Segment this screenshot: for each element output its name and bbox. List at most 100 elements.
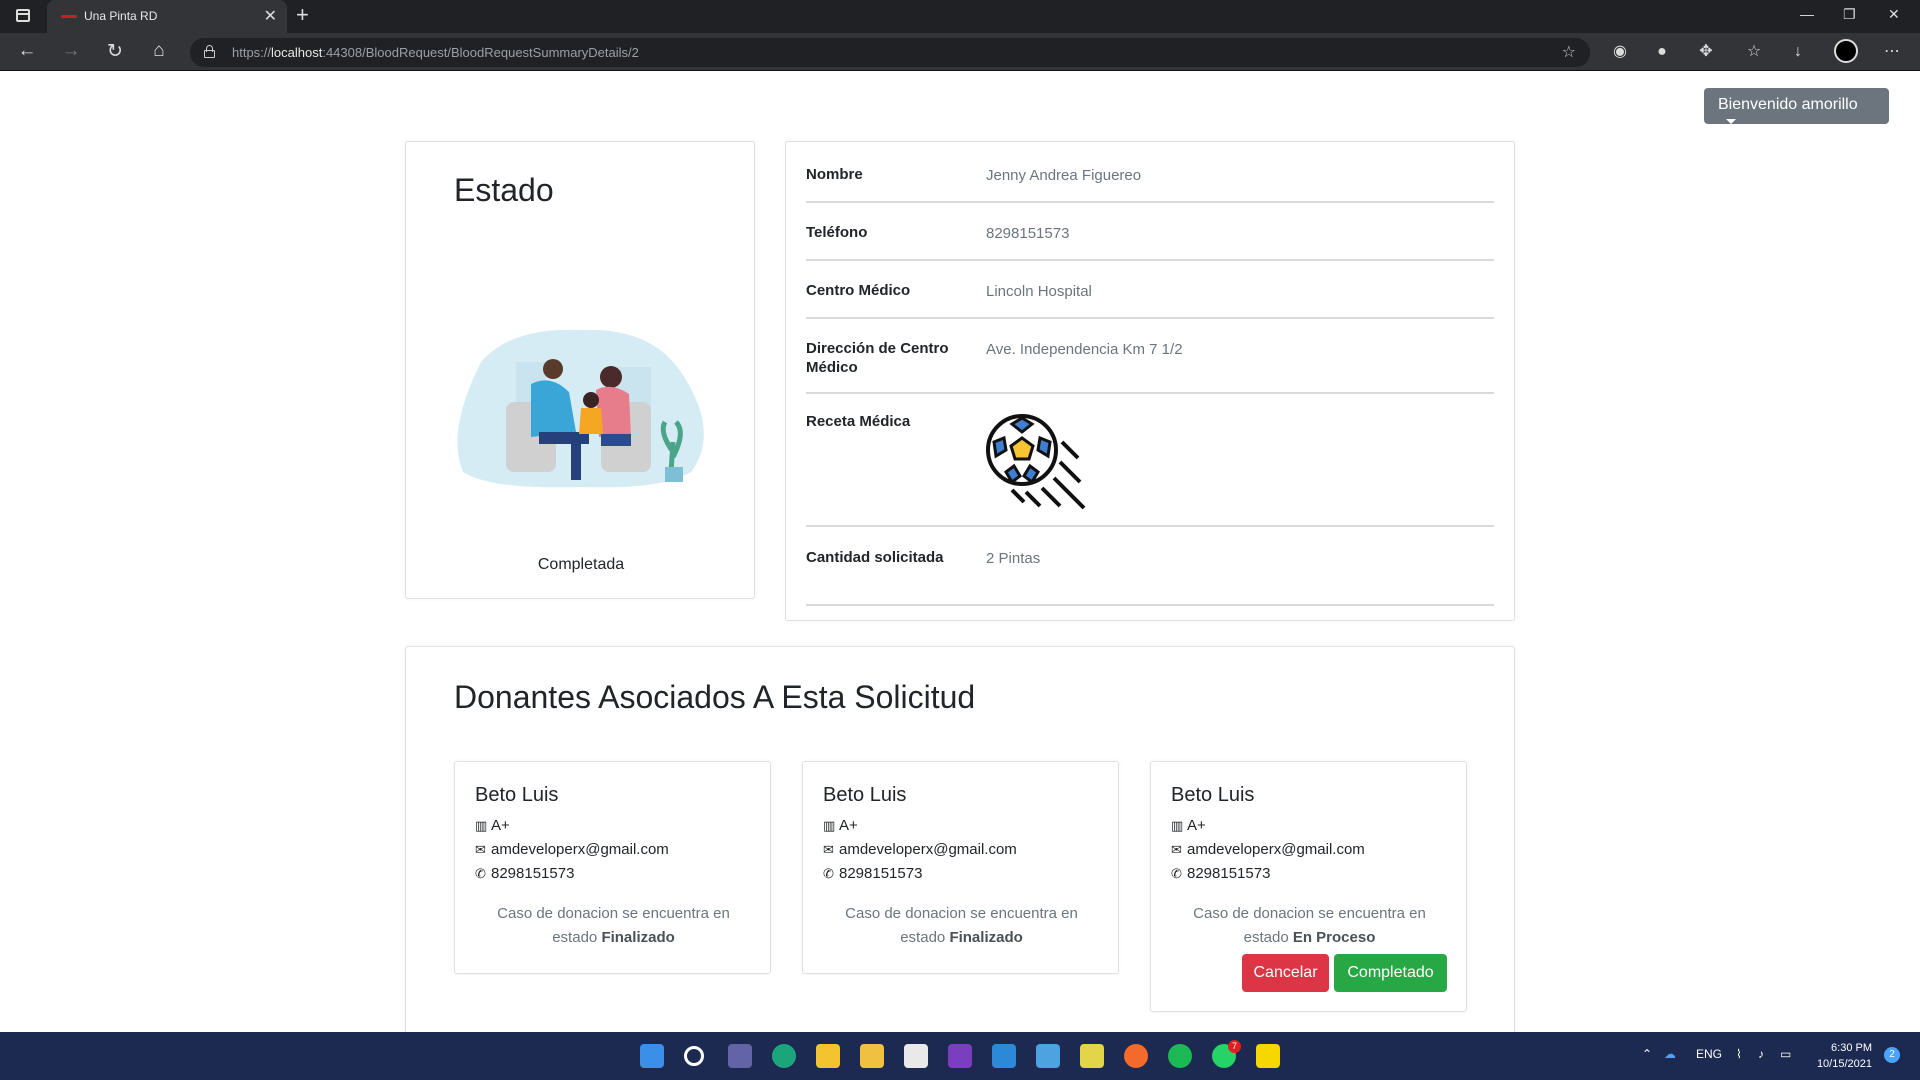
detail-value: 2 Pintas xyxy=(986,550,1041,567)
browser-tabbar: Una Pinta RD ✕ + — ❐ ✕ xyxy=(0,0,1920,33)
detail-label: Centro Médico xyxy=(806,282,911,299)
sticky-notes-icon[interactable] xyxy=(1256,1044,1280,1068)
clock-time: 6:30 PM xyxy=(1831,1042,1872,1054)
home-icon[interactable]: ⌂ xyxy=(146,40,172,62)
map-icon: ▥ xyxy=(475,818,488,833)
wifi-icon[interactable]: ⌇ xyxy=(1736,1047,1742,1061)
donor-email: ✉ amdeveloperx@gmail.com xyxy=(1171,841,1365,858)
donor-card: Beto Luis ▥ A+ ✉ amdeveloperx@gmail.com ✆ 8… xyxy=(1150,761,1467,1012)
map-icon: ▥ xyxy=(1171,818,1184,833)
tab-actions-icon[interactable] xyxy=(16,9,30,22)
onedrive-icon[interactable]: ☁ xyxy=(1664,1047,1676,1061)
app-icon[interactable] xyxy=(1080,1044,1104,1068)
detail-value: Lincoln Hospital xyxy=(986,283,1092,300)
more-menu-icon[interactable]: ⋯ xyxy=(1882,42,1902,62)
minimize-icon[interactable]: — xyxy=(1800,6,1814,22)
detail-label: Nombre xyxy=(806,166,863,183)
profile-avatar[interactable] xyxy=(1834,39,1858,63)
donor-blood-type: ▥ A+ xyxy=(823,817,858,834)
visual-studio-icon[interactable] xyxy=(948,1044,972,1068)
favorite-star-icon[interactable]: ☆ xyxy=(1562,42,1576,62)
phone-icon: ✆ xyxy=(823,866,834,881)
complete-button[interactable]: Completado xyxy=(1334,954,1447,992)
detail-row-telefono: Teléfono 8298151573 xyxy=(806,223,1494,261)
extension-icon[interactable]: ● xyxy=(1652,42,1672,62)
donor-blood-type: ▥ A+ xyxy=(475,817,510,834)
envelope-icon: ✉ xyxy=(1171,842,1182,857)
reload-icon[interactable]: ↻ xyxy=(102,40,128,63)
detail-label: Receta Médica xyxy=(806,413,911,430)
start-icon[interactable] xyxy=(640,1044,664,1068)
notification-badge[interactable]: 2 xyxy=(1884,1047,1900,1063)
detail-row-nombre: Nombre Jenny Andrea Figuereo xyxy=(806,165,1494,203)
address-bar[interactable]: https://localhost:44308/BloodRequest/Blo… xyxy=(190,38,1590,67)
donors-title: Donantes Asociados A Esta Solicitud xyxy=(454,679,976,715)
language-indicator[interactable]: ENG xyxy=(1696,1047,1722,1061)
detail-row-receta: Receta Médica xyxy=(806,412,1494,527)
url-text[interactable]: https://localhost:44308/BloodRequest/Blo… xyxy=(232,45,639,60)
clock[interactable]: 6:30 PM 10/15/2021 xyxy=(1810,1040,1872,1072)
cancel-button[interactable]: Cancelar xyxy=(1242,954,1329,992)
chevron-up-icon[interactable]: ⌃ xyxy=(1642,1047,1652,1061)
restore-icon[interactable]: ❐ xyxy=(1843,6,1856,23)
donor-name: Beto Luis xyxy=(475,784,559,806)
donor-name: Beto Luis xyxy=(823,784,907,806)
phone-icon: ✆ xyxy=(1171,866,1182,881)
file-explorer-icon[interactable] xyxy=(816,1044,840,1068)
phone-icon: ✆ xyxy=(475,866,486,881)
notes-icon[interactable] xyxy=(860,1044,884,1068)
donor-card: Beto Luis ▥ A+ ✉ amdeveloperx@gmail.com ✆ 8… xyxy=(454,761,771,974)
user-menu-button[interactable]: Bienvenido amorillo xyxy=(1704,88,1889,124)
donor-phone: ✆ 8298151573 xyxy=(823,865,923,882)
forward-icon[interactable]: → xyxy=(58,40,84,62)
vscode-icon[interactable] xyxy=(992,1044,1016,1068)
map-icon: ▥ xyxy=(823,818,836,833)
detail-value: Ave. Independencia Km 7 1/2 xyxy=(986,341,1183,358)
teams-icon[interactable] xyxy=(728,1044,752,1068)
close-window-icon[interactable]: ✕ xyxy=(1888,6,1900,23)
status-card: Estado Completada xyxy=(405,141,755,599)
extension-icon[interactable]: ◉ xyxy=(1610,42,1630,62)
detail-value: 8298151573 xyxy=(986,225,1070,242)
user-menu-label: Bienvenido amorillo xyxy=(1718,96,1858,113)
status-value: Completada xyxy=(537,556,625,573)
back-icon[interactable]: ← xyxy=(14,40,40,62)
postman-icon[interactable] xyxy=(1124,1044,1148,1068)
detail-row-cantidad: Cantidad solicitada 2 Pintas xyxy=(806,548,1494,606)
azure-tool-icon[interactable] xyxy=(1036,1044,1060,1068)
browser-tab[interactable]: Una Pinta RD ✕ xyxy=(47,0,287,33)
lock-icon[interactable] xyxy=(204,45,215,58)
edge-icon[interactable] xyxy=(772,1044,796,1068)
donor-blood-type: ▥ A+ xyxy=(1171,817,1206,834)
tab-title: Una Pinta RD xyxy=(84,9,158,23)
downloads-icon[interactable]: ↓ xyxy=(1788,42,1808,62)
battery-icon[interactable]: ▭ xyxy=(1780,1047,1791,1061)
prescription-image[interactable] xyxy=(984,412,1088,516)
close-tab-icon[interactable]: ✕ xyxy=(264,6,277,26)
volume-icon[interactable]: ♪ xyxy=(1758,1047,1764,1061)
caret-down-icon xyxy=(1726,119,1736,124)
donor-status: Caso de donacion se encuentra en estado … xyxy=(497,905,730,946)
detail-value: Jenny Andrea Figuereo xyxy=(986,167,1142,184)
donor-status: Caso de donacion se encuentra en estado … xyxy=(1193,905,1426,946)
detail-row-centro-medico: Centro Médico Lincoln Hospital xyxy=(806,281,1494,319)
doctor-consultation-illustration xyxy=(457,329,704,488)
site-favicon-icon xyxy=(61,15,77,18)
donor-status: Caso de donacion se encuentra en estado … xyxy=(845,905,1078,946)
search-icon[interactable] xyxy=(684,1046,704,1066)
new-tab-icon[interactable]: + xyxy=(296,2,309,28)
detail-label: Dirección de Centro Médico xyxy=(806,340,949,376)
spotify-icon[interactable] xyxy=(1168,1044,1192,1068)
donor-card: Beto Luis ▥ A+ ✉ amdeveloperx@gmail.com ✆ 8… xyxy=(802,761,1119,974)
envelope-icon: ✉ xyxy=(823,842,834,857)
envelope-icon: ✉ xyxy=(475,842,486,857)
detail-label: Cantidad solicitada xyxy=(806,549,944,566)
favorites-icon[interactable]: ☆ xyxy=(1744,42,1764,62)
donor-email: ✉ amdeveloperx@gmail.com xyxy=(475,841,669,858)
store-icon[interactable] xyxy=(904,1044,928,1068)
browser-toolbar: ← → ↻ ⌂ https://localhost:44308/BloodReq… xyxy=(0,33,1920,71)
whatsapp-badge: 7 xyxy=(1228,1040,1241,1053)
donor-phone: ✆ 8298151573 xyxy=(1171,865,1271,882)
donor-email: ✉ amdeveloperx@gmail.com xyxy=(823,841,1017,858)
extensions-puzzle-icon[interactable]: ✥ xyxy=(1696,42,1716,62)
